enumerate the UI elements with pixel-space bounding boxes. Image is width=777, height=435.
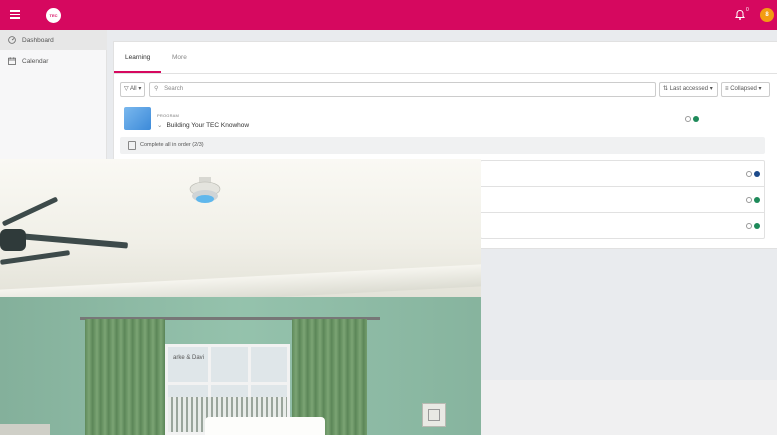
view-dropdown[interactable]: ≡ Collapsed ▾ bbox=[721, 82, 770, 97]
active-tab-indicator bbox=[114, 71, 161, 73]
program-title-text: Building Your TEC Knowhow bbox=[166, 122, 250, 129]
shelf bbox=[0, 424, 50, 435]
tab-bar: Learning More bbox=[114, 42, 777, 74]
status-dot-icon bbox=[754, 197, 760, 203]
sidebar-item-calendar[interactable]: Calendar bbox=[0, 51, 107, 71]
user-avatar[interactable]: 8 bbox=[760, 8, 774, 22]
fan-hub bbox=[0, 229, 26, 251]
program-status bbox=[685, 116, 701, 122]
list-icon: ≡ bbox=[725, 86, 729, 92]
list-item[interactable] bbox=[481, 161, 764, 187]
status-dot-icon bbox=[754, 223, 760, 229]
status-ring-icon bbox=[685, 116, 691, 122]
course-status bbox=[746, 197, 762, 203]
sort-dropdown[interactable]: ⇅ Last accessed ▾ bbox=[659, 82, 718, 97]
bed-headboard bbox=[205, 417, 325, 435]
calendar-icon bbox=[8, 57, 16, 65]
search-icon: ⚲ bbox=[154, 86, 159, 92]
list-item[interactable] bbox=[481, 213, 764, 239]
status-ring-icon bbox=[746, 223, 752, 229]
search-input[interactable]: ⚲ Search bbox=[149, 82, 656, 97]
light-switch-icon bbox=[422, 403, 446, 427]
status-dot-icon bbox=[754, 171, 760, 177]
filter-button[interactable]: ▽ All ▾ bbox=[120, 82, 145, 97]
sidebar-item-dashboard[interactable]: Dashboard bbox=[0, 30, 107, 50]
status-ring-icon bbox=[746, 197, 752, 203]
room-photo-overlay: arke & Davi bbox=[0, 159, 481, 435]
tab-learning[interactable]: Learning bbox=[125, 54, 150, 61]
gauge-icon bbox=[8, 36, 16, 44]
program-row[interactable]: PROGRAM ⌄ Building Your TEC Knowhow bbox=[120, 103, 765, 135]
site-logo[interactable]: TEC bbox=[46, 8, 61, 23]
chevron-down-icon[interactable]: ⌄ bbox=[157, 122, 162, 129]
tab-more[interactable]: More bbox=[172, 54, 187, 61]
program-title[interactable]: ⌄ Building Your TEC Knowhow bbox=[157, 121, 249, 129]
filter-label: All bbox=[129, 86, 137, 92]
course-status bbox=[746, 171, 762, 177]
chevron-down-icon: ▾ bbox=[138, 86, 142, 92]
window-sign-text: arke & Davi bbox=[173, 355, 205, 361]
order-text: Complete all in order (2/3) bbox=[140, 142, 204, 148]
chevron-down-icon: ▾ bbox=[709, 86, 713, 92]
completion-order-bar: Complete all in order (2/3) bbox=[120, 137, 765, 154]
checklist-icon bbox=[128, 141, 136, 150]
sort-icon: ⇅ bbox=[663, 86, 669, 92]
filter-icon: ▽ bbox=[124, 86, 129, 92]
top-navbar: TEC 0 8 bbox=[0, 0, 777, 30]
window-transom bbox=[168, 382, 287, 385]
switch-button bbox=[428, 409, 440, 421]
list-item[interactable] bbox=[481, 187, 764, 213]
view-label: Collapsed bbox=[730, 86, 757, 92]
program-thumbnail bbox=[124, 107, 151, 130]
search-placeholder: Search bbox=[164, 86, 184, 92]
course-list bbox=[480, 160, 765, 239]
smoke-detector-icon bbox=[189, 177, 221, 203]
menu-icon[interactable] bbox=[10, 10, 20, 19]
bell-icon[interactable] bbox=[734, 9, 746, 21]
sort-label: Last accessed bbox=[669, 86, 709, 92]
status-dot-icon bbox=[693, 116, 699, 122]
status-ring-icon bbox=[746, 171, 752, 177]
sidebar-item-label: Dashboard bbox=[22, 36, 54, 44]
notification-count: 0 bbox=[746, 7, 749, 13]
curtain-left bbox=[85, 319, 165, 435]
chevron-down-icon: ▾ bbox=[758, 86, 762, 92]
sidebar-item-label: Calendar bbox=[22, 57, 49, 65]
course-status bbox=[746, 223, 762, 229]
program-type-label: PROGRAM bbox=[157, 113, 180, 118]
